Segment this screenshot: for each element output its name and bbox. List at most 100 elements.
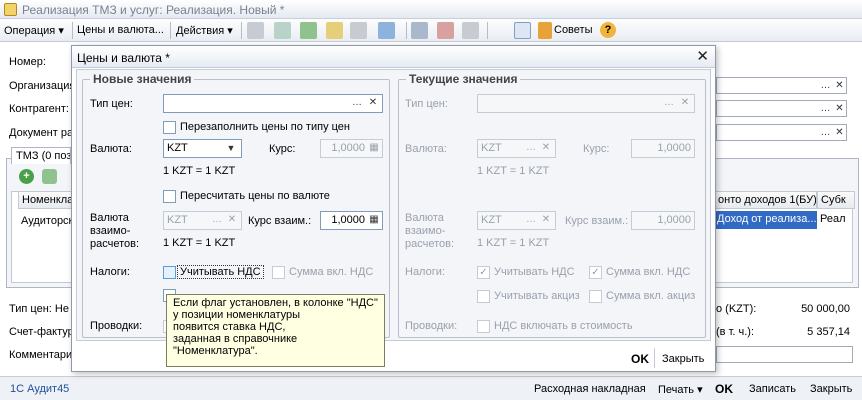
clear-icon[interactable]: ✕ [833, 80, 846, 93]
new-values-title: Новые значения [90, 72, 195, 86]
refill-prices-checkbox[interactable] [163, 121, 176, 134]
go-icon[interactable] [378, 22, 395, 39]
dialog-close-icon[interactable]: ✕ [696, 49, 709, 64]
current-settlement-ratio: 1 KZT = 1 KZT [477, 237, 550, 249]
current-settlement-currency-label: Валюта взаимо- расчетов: [405, 212, 455, 250]
column-header-income-account[interactable]: онто доходов 1(БУ) [714, 191, 817, 209]
column-header-nomenclature[interactable]: Номенкла [18, 191, 72, 209]
print-menu[interactable]: Печать ▾ [658, 383, 703, 396]
select-button[interactable]: … [350, 97, 364, 110]
current-settlement-currency-field: KZT… ✕ [477, 211, 556, 230]
refill-prices-label: Перезаполнить цены по типу цен [180, 121, 351, 133]
rate-label: Курс: [269, 143, 296, 155]
operation-menu[interactable]: Операция ▾ [4, 24, 64, 37]
clear-icon[interactable]: ✕ [225, 214, 239, 227]
rate-field[interactable]: 1,0000 ▦ [320, 139, 383, 158]
current-vat-in-cost-checkbox [477, 320, 490, 333]
price-type-label: Тип цен: [90, 98, 133, 110]
status-bar: 1С Аудит45 Расходная накладная Печать ▾ … [0, 376, 862, 400]
price-type-info[interactable]: Тип цен: Не [9, 303, 69, 315]
clear-icon[interactable]: ✕ [833, 103, 846, 116]
counterparty-label: Контрагент: [9, 103, 69, 115]
current-account-excise-checkbox [477, 290, 490, 303]
current-currency-field: KZT… ✕ [477, 139, 556, 158]
clear-icon: ✕ [541, 142, 551, 153]
clear-icon[interactable]: ✕ [366, 97, 380, 110]
select-button[interactable]: … [819, 103, 832, 116]
settlement-rate-field[interactable]: 1,0000 ▦ [320, 211, 383, 230]
current-postings-label: Проводки: [405, 320, 458, 332]
currency-ratio: 1 KZT = 1 KZT [163, 165, 236, 177]
post-icon[interactable] [247, 22, 264, 39]
toolbar-separator [241, 22, 242, 39]
settlement-currency-field[interactable]: KZT… ✕ [163, 211, 242, 230]
main-toolbar: Операция ▾ Цены и валюта... Действия ▾ С… [0, 19, 862, 42]
app-name: 1С Аудит45 [10, 383, 70, 395]
recalc-prices-checkbox[interactable] [163, 190, 176, 203]
table-row-nomenclature[interactable]: Аудиторск [18, 213, 72, 230]
comment-field[interactable] [716, 346, 853, 363]
structure-icon[interactable] [326, 22, 343, 39]
current-account-vat-checkbox: ✓ [477, 266, 490, 279]
current-currency-ratio: 1 KZT = 1 KZT [477, 165, 550, 177]
refresh-icon[interactable] [300, 22, 317, 39]
toolbar-separator [72, 22, 73, 39]
organization-field[interactable]: … ✕ [716, 77, 847, 94]
add-row-icon[interactable]: + [19, 169, 34, 184]
main-window-title: Реализация ТМЗ и услуг: Реализация. Новы… [22, 3, 285, 17]
current-settlement-rate-field: 1,0000 [631, 211, 695, 230]
select-button: … [526, 142, 536, 153]
select-button[interactable]: … [819, 80, 832, 93]
currency-select[interactable]: KZT ▼ [163, 139, 242, 158]
amount-incl-vat-checkbox[interactable] [272, 266, 285, 279]
counterparty-field[interactable]: … ✕ [716, 100, 847, 117]
report-icon[interactable] [462, 22, 479, 39]
settlement-rate-label: Курс взаим.: [248, 215, 312, 227]
currency-label: Валюта: [90, 143, 132, 155]
current-currency-label: Валюта: [405, 143, 447, 155]
select-button[interactable]: … [210, 214, 224, 227]
toolbar-separator [170, 22, 171, 39]
tips-button[interactable]: Советы [554, 24, 592, 36]
main-close-button[interactable]: Закрыть [810, 383, 852, 395]
list-icon[interactable] [411, 22, 428, 39]
taxes-label: Налоги: [90, 266, 130, 278]
dialog-titlebar: Цены и валюта * ✕ [72, 46, 715, 68]
prices-and-currency-button[interactable]: Цены и валюта... [77, 24, 164, 36]
main-save-button[interactable]: Записать [749, 383, 796, 395]
comment-label: Комментари [9, 349, 73, 361]
column-header-subconto[interactable]: Субк [817, 191, 855, 209]
dialog-title: Цены и валюта * [77, 51, 170, 65]
dialog-close-button[interactable]: Закрыть [662, 353, 704, 365]
dialog-ok-button[interactable]: OK [631, 352, 649, 366]
main-ok-button[interactable]: OK [715, 382, 733, 396]
text-format-icon[interactable] [514, 22, 531, 39]
current-taxes-label: Налоги: [405, 266, 445, 278]
account-vat-label: Учитывать НДС [177, 265, 264, 279]
chevron-down-icon[interactable]: ▼ [224, 142, 238, 155]
clear-icon: ✕ [680, 97, 690, 108]
current-price-type-field: … ✕ [477, 94, 695, 113]
calculator-icon[interactable]: ▦ [367, 214, 381, 227]
settlement-currency-label: Валюта взаимо- расчетов: [90, 212, 140, 250]
actions-menu[interactable]: Действия ▾ [176, 24, 233, 37]
delivery-note-button[interactable]: Расходная накладная [534, 383, 646, 395]
copy-icon[interactable] [350, 22, 367, 39]
clear-icon[interactable]: ✕ [833, 127, 846, 140]
invoice-label: Счет-фактур [9, 326, 74, 338]
edit-icon[interactable] [274, 22, 291, 39]
table-row-subconto[interactable]: Реал [817, 211, 855, 229]
main-window-titlebar: Реализация ТМЗ и услуг: Реализация. Новы… [0, 0, 862, 19]
calculator-icon[interactable]: ▦ [367, 142, 381, 155]
account-vat-checkbox[interactable] [163, 266, 176, 279]
debit-credit-icon[interactable] [437, 22, 454, 39]
copy-row-icon[interactable] [42, 169, 57, 184]
current-amount-incl-excise-checkbox [589, 290, 602, 303]
tips-icon [538, 22, 552, 39]
price-type-field[interactable]: … ✕ [163, 94, 383, 113]
help-icon[interactable]: ? [600, 22, 616, 38]
select-button[interactable]: … [819, 127, 832, 140]
document-field[interactable]: … ✕ [716, 124, 847, 141]
table-row-income-account[interactable]: Доход от реализа... [714, 211, 817, 229]
tab-goods[interactable]: ТМЗ (0 поз [11, 147, 71, 164]
